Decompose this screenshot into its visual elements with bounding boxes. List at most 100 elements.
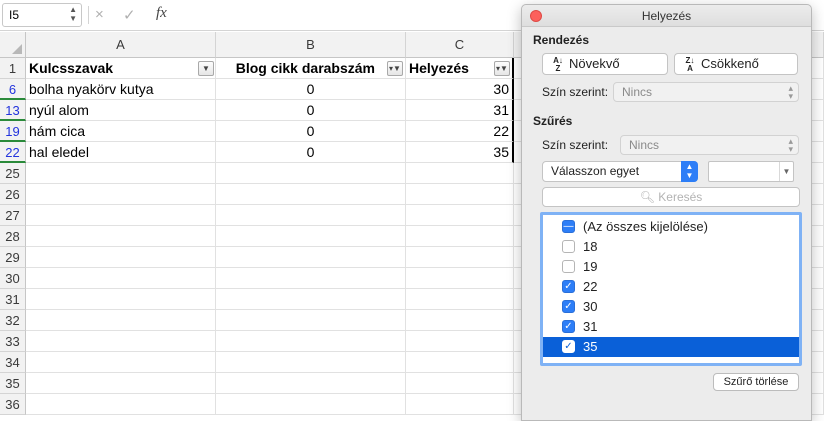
row-header[interactable]: 27 [0, 205, 26, 226]
cell[interactable] [26, 331, 216, 352]
cancel-icon[interactable]: × [95, 6, 104, 23]
row-header[interactable]: 33 [0, 331, 26, 352]
confirm-icon[interactable]: ✓ [123, 6, 136, 24]
name-box[interactable]: I5 ▲ ▼ [2, 3, 82, 27]
cell[interactable] [216, 247, 406, 268]
keyword-cell[interactable]: hám cica [26, 121, 216, 142]
count-cell[interactable]: 0 [216, 121, 406, 142]
filter-list-item[interactable]: 18 [543, 237, 799, 257]
sort-ascending-button[interactable]: A↓ Z Növekvő [542, 53, 668, 75]
keyword-cell[interactable]: bolha nyakörv kutya [26, 79, 216, 100]
checkbox-unchecked-icon[interactable] [562, 240, 575, 253]
cell[interactable] [406, 226, 514, 247]
row-header[interactable]: 30 [0, 268, 26, 289]
filter-list-item[interactable]: ✓ 35 [543, 337, 799, 357]
cell[interactable] [406, 331, 514, 352]
header-cell-keywords[interactable]: Kulcsszavak [26, 58, 216, 79]
checkbox-mixed-icon[interactable]: — [562, 220, 575, 233]
cell[interactable] [406, 268, 514, 289]
filter-values-list[interactable]: — (Az összes kijelölése) 18 19 ✓ 22 ✓ 30 ✓ 31 ✓ 35 [540, 212, 802, 366]
filter-list-item[interactable]: ✓ 31 [543, 317, 799, 337]
cell[interactable] [26, 373, 216, 394]
filter-list-item[interactable]: ✓ 22 [543, 277, 799, 297]
row-header[interactable]: 22 [0, 142, 26, 163]
row-header[interactable]: 28 [0, 226, 26, 247]
filter-button-position[interactable]: ▾▼ [494, 61, 510, 76]
checkbox-checked-icon[interactable]: ✓ [562, 320, 575, 333]
position-cell[interactable]: 30 [406, 79, 514, 100]
cell[interactable] [216, 163, 406, 184]
cell[interactable] [216, 226, 406, 247]
position-cell[interactable]: 22 [406, 121, 514, 142]
cell[interactable] [406, 163, 514, 184]
filter-button-blog-count[interactable]: ▾▼ [387, 61, 403, 76]
cell[interactable] [26, 226, 216, 247]
function-icon[interactable]: fx [156, 5, 167, 22]
row-header[interactable]: 32 [0, 310, 26, 331]
cell[interactable] [406, 247, 514, 268]
cell[interactable] [216, 268, 406, 289]
close-icon[interactable] [530, 10, 542, 22]
cell[interactable] [26, 184, 216, 205]
filter-button-keywords[interactable]: ▼ [198, 61, 214, 76]
column-header-b[interactable]: B [216, 32, 406, 58]
cell[interactable] [406, 184, 514, 205]
select-all-corner[interactable] [0, 32, 26, 58]
cell[interactable] [216, 289, 406, 310]
row-header[interactable]: 35 [0, 373, 26, 394]
checkbox-checked-icon[interactable]: ✓ [562, 280, 575, 293]
checkbox-checked-icon[interactable]: ✓ [562, 340, 575, 353]
cell[interactable] [406, 310, 514, 331]
column-header-c[interactable]: C [406, 32, 514, 58]
cell[interactable] [26, 247, 216, 268]
cell[interactable] [26, 289, 216, 310]
row-header[interactable]: 19 [0, 121, 26, 142]
keyword-cell[interactable]: nyúl alom [26, 100, 216, 121]
chevron-down-icon[interactable]: ▼ [779, 162, 793, 181]
cell[interactable] [26, 394, 216, 415]
row-header[interactable]: 6 [0, 79, 26, 100]
cell[interactable] [216, 352, 406, 373]
position-cell[interactable]: 31 [406, 100, 514, 121]
keyword-cell[interactable]: hal eledel [26, 142, 216, 163]
cell[interactable] [406, 373, 514, 394]
checkbox-unchecked-icon[interactable] [562, 260, 575, 273]
filter-color-select[interactable]: Nincs ▴ ▾ [620, 135, 799, 155]
cell[interactable] [26, 310, 216, 331]
cell[interactable] [26, 352, 216, 373]
count-cell[interactable]: 0 [216, 142, 406, 163]
filter-list-item[interactable]: — (Az összes kijelölése) [543, 217, 799, 237]
count-cell[interactable]: 0 [216, 79, 406, 100]
cell[interactable] [406, 205, 514, 226]
count-cell[interactable]: 0 [216, 100, 406, 121]
cell[interactable] [26, 205, 216, 226]
cell[interactable] [216, 205, 406, 226]
cell[interactable] [216, 394, 406, 415]
filter-value-combo[interactable]: ▼ [708, 161, 794, 182]
row-header[interactable]: 26 [0, 184, 26, 205]
cell[interactable] [216, 310, 406, 331]
sort-color-select[interactable]: Nincs ▴ ▾ [613, 82, 799, 102]
cell[interactable] [216, 373, 406, 394]
header-cell-blog-count[interactable]: Blog cikk darabszám [216, 58, 406, 79]
cell[interactable] [26, 268, 216, 289]
cell[interactable] [26, 163, 216, 184]
cell[interactable] [216, 184, 406, 205]
cell[interactable] [216, 331, 406, 352]
cell[interactable] [406, 394, 514, 415]
search-input[interactable]: 🔍︎ Keresés [542, 187, 800, 207]
filter-list-item[interactable]: ✓ 30 [543, 297, 799, 317]
cell[interactable] [406, 289, 514, 310]
row-header[interactable]: 36 [0, 394, 26, 415]
position-cell[interactable]: 35 [406, 142, 514, 163]
filter-list-item[interactable]: 19 [543, 257, 799, 277]
name-box-stepper-icon[interactable]: ▲ ▼ [69, 5, 77, 23]
row-header[interactable]: 13 [0, 100, 26, 121]
column-header-a[interactable]: A [26, 32, 216, 58]
row-header[interactable]: 1 [0, 58, 26, 79]
row-header[interactable]: 31 [0, 289, 26, 310]
filter-condition-select[interactable]: Válasszon egyet ▲ ▼ [542, 161, 698, 182]
cell[interactable] [406, 352, 514, 373]
row-header[interactable]: 25 [0, 163, 26, 184]
clear-filter-button[interactable]: Szűrő törlése [713, 373, 799, 391]
